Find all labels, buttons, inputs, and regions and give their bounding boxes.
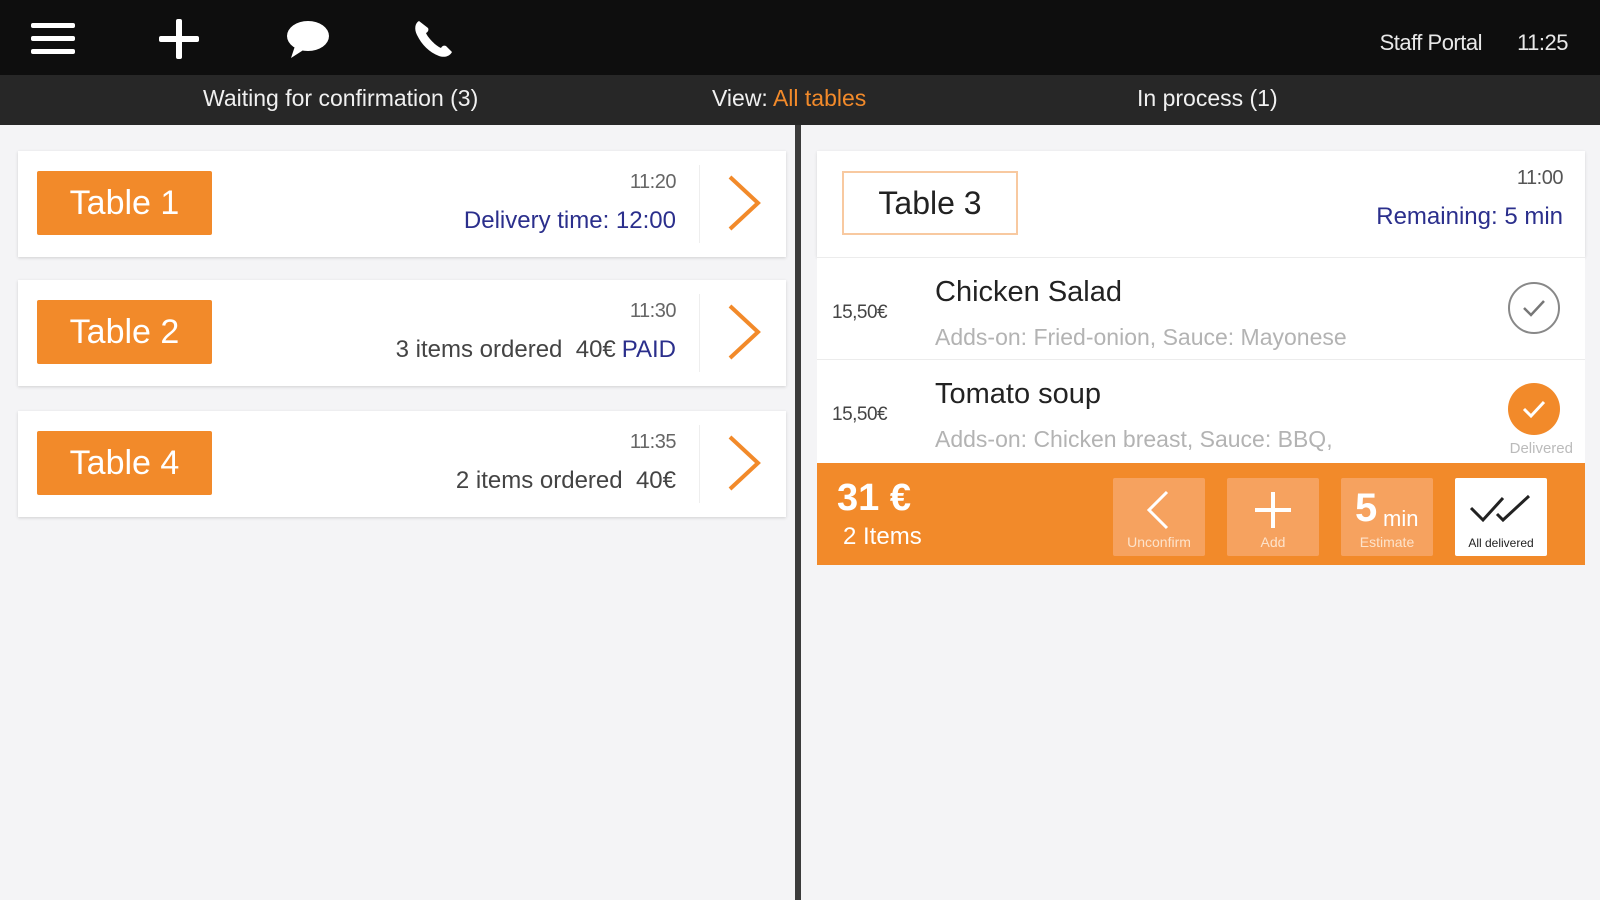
item-name: Tomato soup [935, 378, 1102, 410]
unconfirm-button[interactable]: Unconfirm [1113, 478, 1205, 556]
estimate-button[interactable]: 5 min Estimate [1341, 478, 1433, 556]
estimate-unit: min [1383, 506, 1419, 531]
filter-bar: Waiting for confirmation (3) View: All t… [0, 75, 1600, 125]
item-name: Chicken Salad [935, 276, 1122, 308]
table-card-2[interactable]: Table 2 11:30 3 items ordered 40€ PAID [18, 280, 786, 386]
delivery-time: Delivery time: 12:00 [463, 207, 676, 234]
table-time: 11:20 [629, 171, 677, 193]
divider [699, 425, 700, 503]
table-badge: Table 4 [37, 431, 212, 495]
chevron-right-icon[interactable] [724, 173, 764, 233]
tab-waiting-confirmation[interactable]: Waiting for confirmation (3) [203, 85, 478, 112]
divider [699, 165, 700, 243]
check-icon [1523, 300, 1545, 317]
mark-delivered-checkbox[interactable] [1508, 282, 1560, 334]
view-label: View: [712, 85, 773, 111]
delivered-label: Delivered [1509, 440, 1573, 457]
chevron-left-icon [1146, 490, 1169, 530]
order-time: 11:00 [1516, 167, 1564, 189]
order-table-label: Table 3 [842, 171, 1018, 235]
all-delivered-label: All delivered [1468, 536, 1534, 550]
double-check-icon [1469, 494, 1531, 523]
table-card-1[interactable]: Table 1 11:20 Delivery time: 12:00 [18, 151, 786, 257]
top-bar: Staff Portal 11:25 [0, 0, 1600, 75]
check-icon [1522, 400, 1546, 419]
estimate-value: 5 [1355, 486, 1378, 530]
table-card-4[interactable]: Table 4 11:35 2 items ordered 40€ [18, 411, 786, 517]
table-badge: Table 2 [37, 300, 212, 364]
view-value: All tables [772, 85, 867, 111]
staff-portal-label: Staff Portal [1379, 30, 1483, 55]
unconfirm-label: Unconfirm [1127, 534, 1191, 550]
in-process-panel: Table 3 11:00 Remaining: 5 min 15,50€ Ch… [801, 125, 1600, 900]
order-footer: 31 € 2 Items Unconfirm Add 5 min Estimat… [817, 463, 1585, 565]
clock: 11:25 [1517, 30, 1568, 55]
menu-icon[interactable] [28, 14, 78, 64]
item-price: 15,50€ [832, 404, 888, 425]
add-label: Add [1260, 534, 1286, 550]
item-addons: Adds-on: Chicken breast, Sauce: BBQ, [935, 426, 1333, 452]
order-header: Table 3 11:00 Remaining: 5 min [817, 151, 1585, 257]
paid-badge: PAID [621, 336, 676, 363]
delivered-checkbox[interactable] [1508, 383, 1560, 435]
order-total: 31 € [837, 477, 911, 519]
remaining-time: Remaining: 5 min [1376, 203, 1563, 230]
order-item: 15,50€ Chicken Salad Adds-on: Fried-onio… [817, 257, 1585, 361]
view-selector[interactable]: View: All tables [712, 85, 866, 112]
add-item-button[interactable]: Add [1227, 478, 1319, 556]
item-price: 15,50€ [832, 302, 888, 323]
order-summary-text: 3 items ordered 40€ [395, 336, 616, 363]
order-summary: 2 items ordered 40€ [455, 467, 676, 494]
waiting-tables-panel: Table 1 11:20 Delivery time: 12:00 Table… [0, 125, 795, 900]
chat-icon[interactable] [283, 14, 333, 64]
order-item: 15,50€ Tomato soup Adds-on: Chicken brea… [817, 359, 1585, 463]
all-delivered-button[interactable]: All delivered [1455, 478, 1547, 556]
tab-in-process[interactable]: In process (1) [1137, 85, 1278, 112]
plus-icon[interactable] [154, 14, 204, 64]
divider [699, 294, 700, 372]
estimate-label: Estimate [1359, 534, 1415, 550]
phone-icon[interactable] [408, 14, 458, 64]
table-time: 11:30 [629, 300, 677, 322]
table-time: 11:35 [629, 431, 677, 453]
order-summary: 3 items ordered 40€ PAID [396, 336, 676, 364]
table-badge: Table 1 [37, 171, 212, 235]
chevron-right-icon[interactable] [724, 433, 764, 493]
order-item-count: 2 Items [843, 523, 922, 550]
item-addons: Adds-on: Fried-onion, Sauce: Mayonese [935, 324, 1347, 350]
chevron-right-icon[interactable] [724, 302, 764, 362]
plus-icon [1255, 492, 1291, 528]
